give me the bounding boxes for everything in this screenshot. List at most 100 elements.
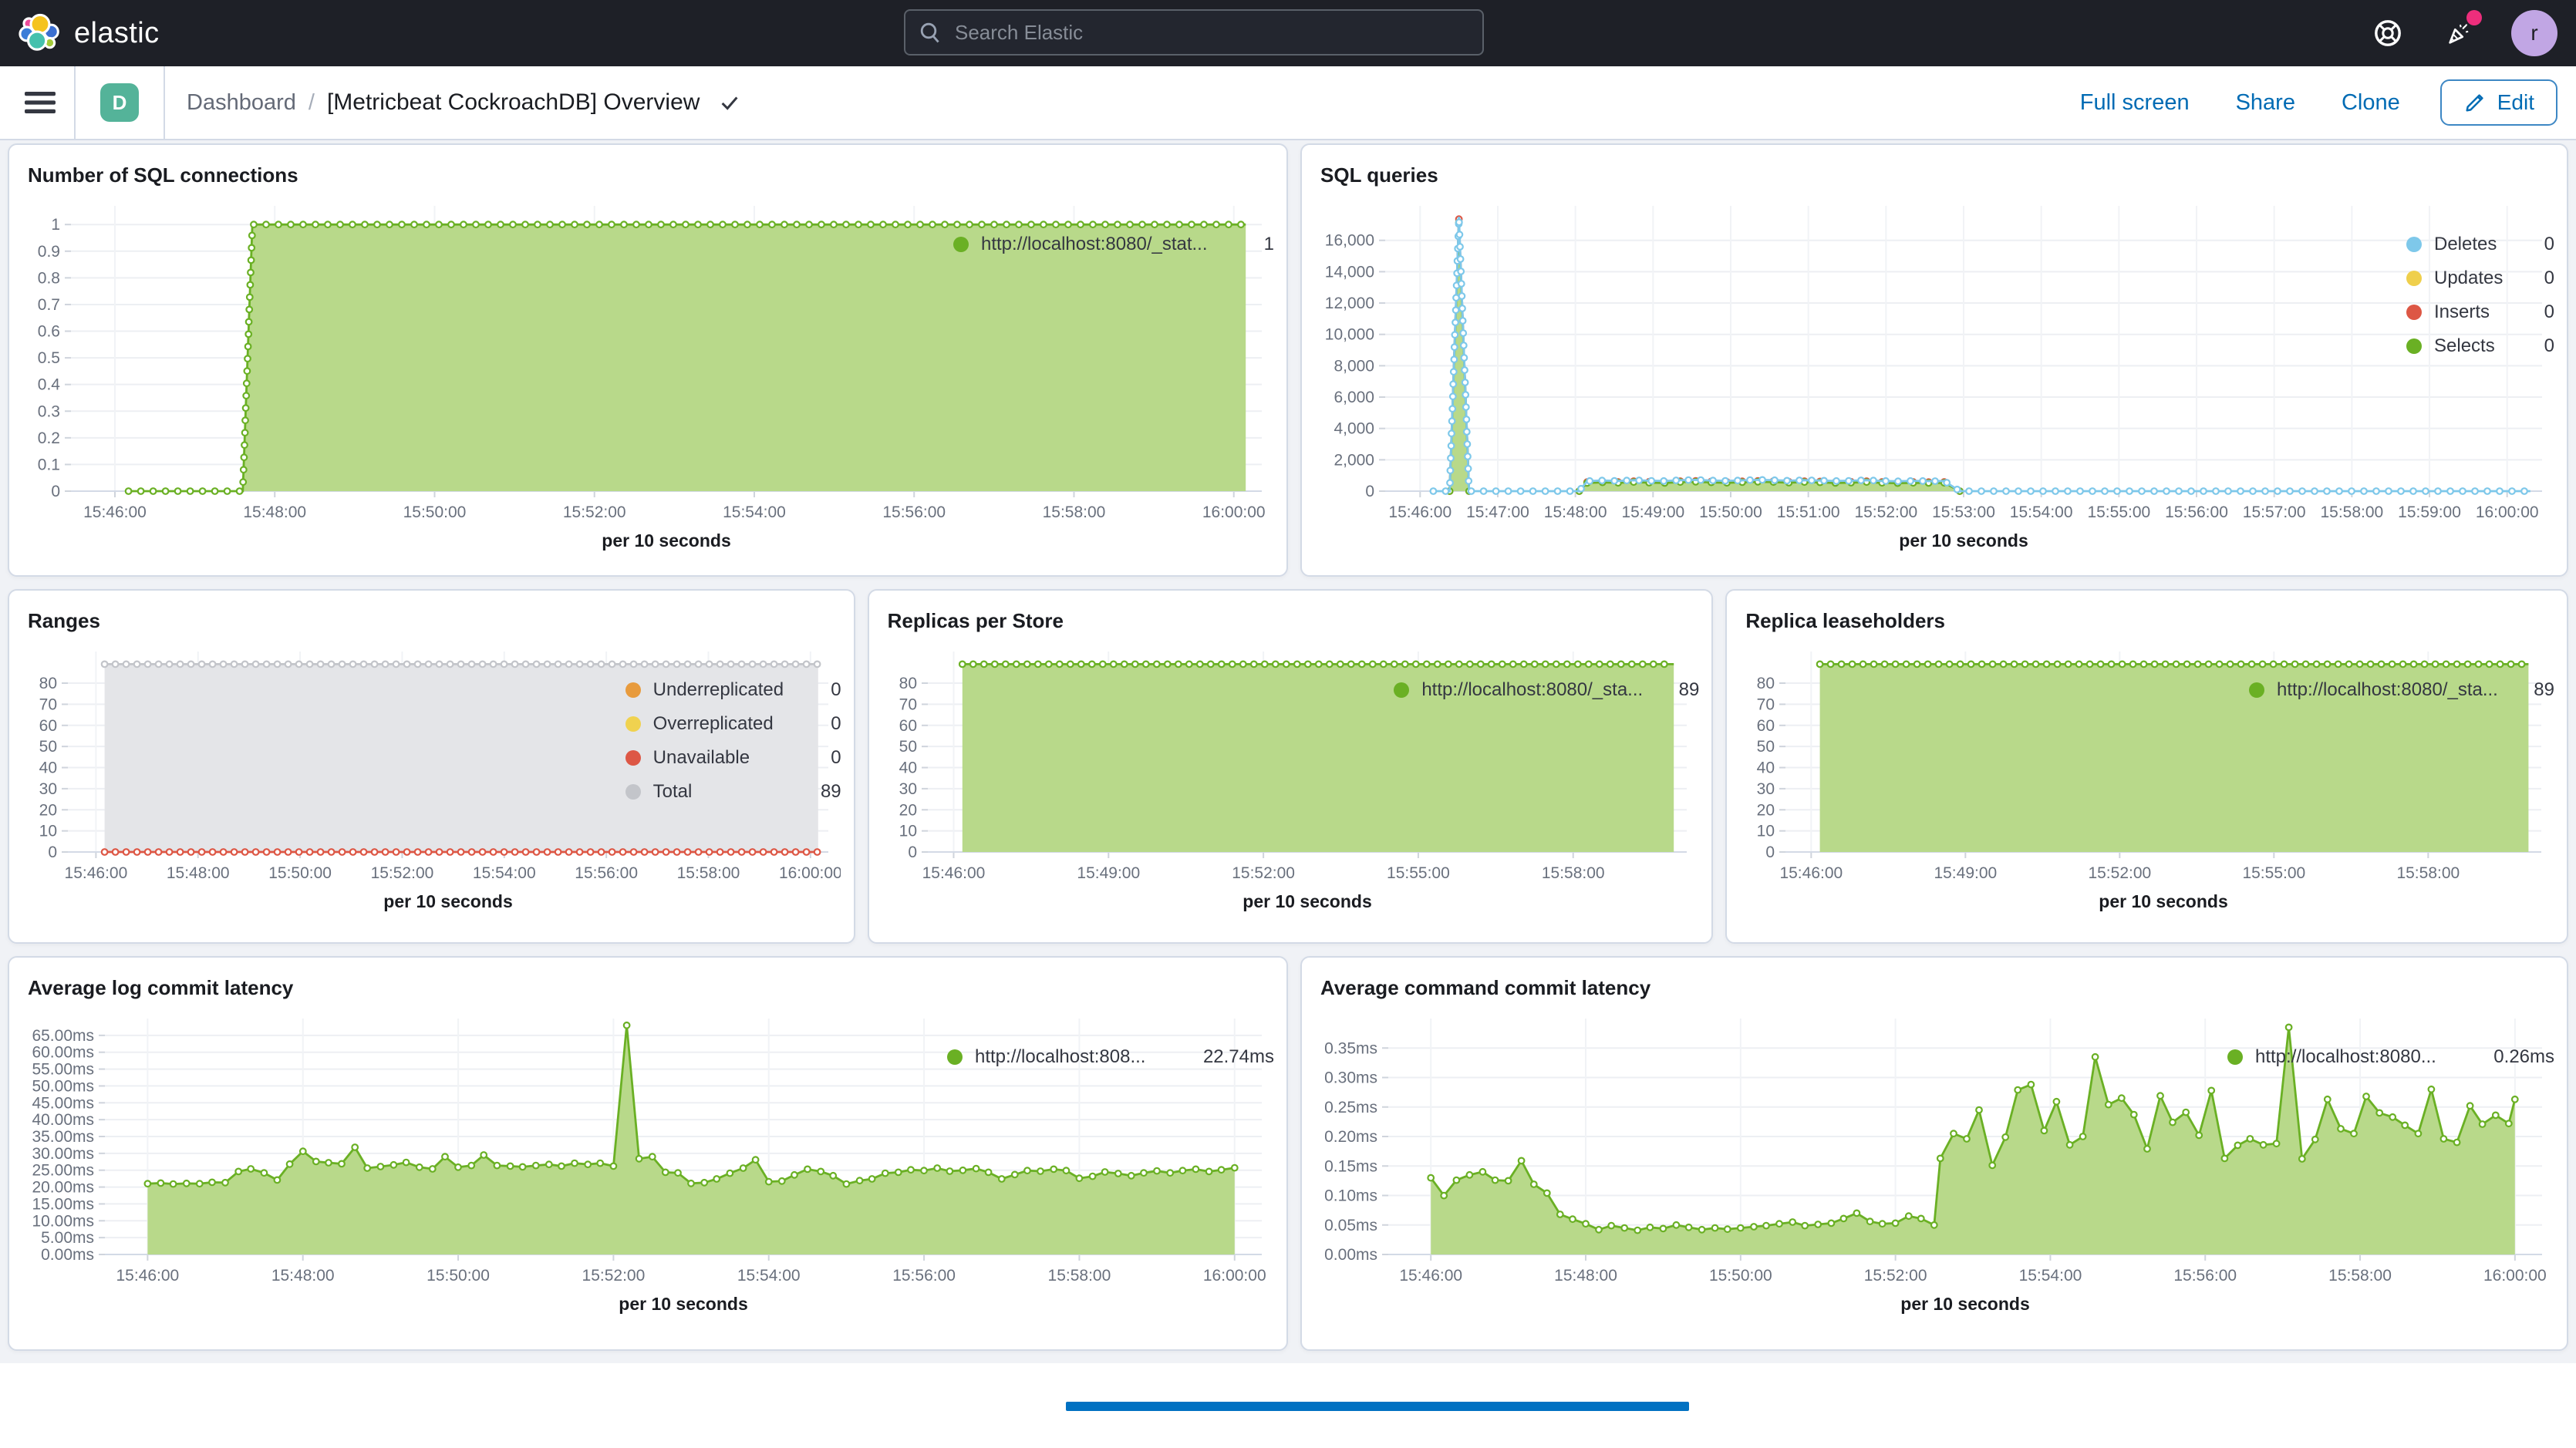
svg-text:0.05ms: 0.05ms [1324,1217,1377,1234]
svg-text:50.00ms: 50.00ms [32,1077,94,1095]
svg-text:40: 40 [39,759,57,777]
legend-item[interactable]: Underreplicated0 [625,679,841,701]
chart-legend: http://localhost:8080/_sta... 89 [1394,639,1699,923]
horizontal-scrollbar[interactable] [1066,1402,1689,1411]
svg-text:15:56:00: 15:56:00 [2165,503,2228,521]
svg-text:35.00ms: 35.00ms [32,1128,94,1146]
share-button[interactable]: Share [2236,90,2295,116]
panel-title[interactable]: Number of SQL connections [22,157,1274,187]
svg-text:1: 1 [51,216,60,234]
svg-text:60.00ms: 60.00ms [32,1044,94,1062]
global-search [904,9,1484,56]
legend-color-dot [947,1049,963,1065]
search-input[interactable] [904,9,1484,56]
svg-text:5.00ms: 5.00ms [41,1229,94,1247]
svg-text:30: 30 [899,780,916,798]
svg-text:20: 20 [1757,801,1775,819]
panel-title[interactable]: Average log commit latency [22,970,1274,1000]
toolbar-divider [164,66,165,139]
svg-text:10: 10 [1757,823,1775,840]
main-menu-button[interactable] [19,66,74,139]
chart-plot: 65.00ms60.00ms55.00ms50.00ms45.00ms40.00… [22,1006,947,1325]
legend-item[interactable]: http://localhost:8080...0.26ms [2227,1046,2554,1068]
breadcrumb-separator: / [309,90,315,116]
legend-value: 0 [2544,335,2554,357]
svg-text:15:52:00: 15:52:00 [1854,503,1917,521]
svg-text:2,000: 2,000 [1334,451,1374,469]
pencil-icon [2463,91,2487,114]
legend-value: 89 [1679,679,1700,701]
svg-text:15:57:00: 15:57:00 [2243,503,2306,521]
notification-dot [2466,10,2482,25]
svg-text:40.00ms: 40.00ms [32,1111,94,1129]
svg-text:80: 80 [39,675,57,692]
kibana-app: elastic [0,0,2576,1448]
legend-item[interactable]: http://localhost:8080/_sta...89 [2249,679,2554,701]
svg-text:per 10 seconds: per 10 seconds [2099,891,2228,911]
svg-text:40: 40 [1757,759,1775,777]
help-button[interactable] [2369,15,2406,52]
svg-text:20: 20 [899,801,916,819]
legend-color-dot [2406,338,2422,354]
svg-text:15:49:00: 15:49:00 [1077,864,1140,882]
brand-name: elastic [74,17,160,50]
chart-plot: 8070605040302010015:46:0015:49:0015:52:0… [1739,639,2249,923]
svg-text:0.00ms: 0.00ms [1324,1246,1377,1264]
panel-average-command-commit-latency: Average command commit latency 0.35ms0.3… [1300,956,2568,1351]
saved-state-button[interactable] [718,91,741,114]
panel-title[interactable]: Average command commit latency [1314,970,2554,1000]
svg-text:65.00ms: 65.00ms [32,1027,94,1045]
svg-text:15:48:00: 15:48:00 [1544,503,1607,521]
svg-text:0: 0 [1766,844,1775,861]
legend-item[interactable]: Unavailable0 [625,747,841,769]
legend-color-dot [625,750,641,766]
svg-text:70: 70 [899,695,916,713]
chart-svg[interactable]: 16,00014,00012,00010,0008,0006,0004,0002… [1314,194,2554,556]
legend-color-dot [953,237,969,252]
legend-item[interactable]: Updates0 [2406,268,2554,289]
clone-button[interactable]: Clone [2342,90,2400,116]
panel-title[interactable]: SQL queries [1314,157,2554,187]
legend-item[interactable]: http://localhost:8080/_sta... 89 [1394,679,1699,701]
svg-text:80: 80 [1757,675,1775,692]
user-avatar[interactable]: r [2511,10,2557,56]
panel-title[interactable]: Replica leaseholders [1739,603,2554,633]
panel-title[interactable]: Ranges [22,603,841,633]
legend-item[interactable]: http://localhost:808...22.74ms [947,1046,1274,1068]
legend-item[interactable]: Total89 [625,781,841,803]
newsfeed-button[interactable] [2440,15,2477,52]
svg-text:15:50:00: 15:50:00 [427,1267,490,1285]
legend-item[interactable]: http://localhost:8080/_stat...1 [953,234,1274,255]
svg-text:0.25ms: 0.25ms [1324,1099,1377,1116]
legend-label: Selects [2434,335,2495,357]
svg-text:15:46:00: 15:46:00 [1780,864,1843,882]
brand[interactable]: elastic [0,12,160,54]
svg-text:per 10 seconds: per 10 seconds [602,530,730,551]
page-title: [Metricbeat CockroachDB] Overview [327,89,700,116]
legend-value: 0.26ms [2493,1046,2554,1068]
legend-label: http://localhost:8080/_sta... [1421,679,1643,701]
svg-text:per 10 seconds: per 10 seconds [1899,530,2028,551]
svg-text:15:47:00: 15:47:00 [1466,503,1529,521]
svg-text:0.4: 0.4 [38,376,61,394]
legend-label: Total [653,781,693,803]
svg-text:15:56:00: 15:56:00 [892,1267,956,1285]
legend-item[interactable]: Deletes0 [2406,234,2554,255]
help-life-ring-icon [2372,18,2403,49]
legend-item[interactable]: Inserts0 [2406,301,2554,323]
svg-text:30: 30 [1757,780,1775,798]
legend-label: http://localhost:8080/_stat... [981,234,1208,255]
panel-title[interactable]: Replicas per Store [882,603,1700,633]
svg-text:15:53:00: 15:53:00 [1932,503,1995,521]
hamburger-menu-icon [25,90,56,115]
breadcrumb-dashboard-link[interactable]: Dashboard [187,90,296,116]
svg-text:0: 0 [48,844,57,861]
full-screen-button[interactable]: Full screen [2080,90,2190,116]
space-badge[interactable]: D [100,83,139,122]
legend-item[interactable]: Overreplicated0 [625,713,841,735]
chart-plot: 10.90.80.70.60.50.40.30.20.1015:46:0015:… [22,194,953,562]
edit-button[interactable]: Edit [2440,79,2557,126]
svg-text:0.2: 0.2 [38,429,60,447]
legend-item[interactable]: Selects 0 [2406,335,2554,357]
svg-text:0: 0 [1365,483,1374,500]
